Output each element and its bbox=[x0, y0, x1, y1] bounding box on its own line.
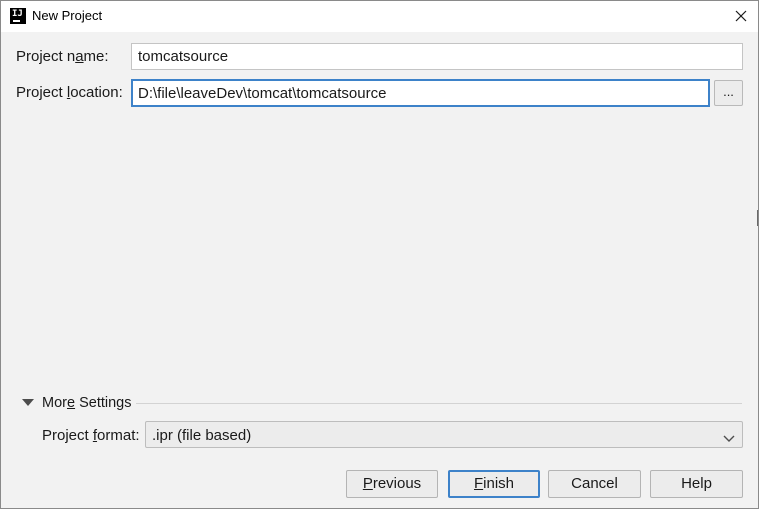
app-icon-text: IJ bbox=[12, 9, 23, 19]
previous-button[interactable]: Previous bbox=[346, 470, 438, 498]
resize-edge-marker bbox=[757, 210, 758, 226]
cancel-button[interactable]: Cancel bbox=[548, 470, 641, 498]
window-title: New Project bbox=[32, 8, 103, 23]
triangle-down-icon[interactable] bbox=[21, 394, 35, 410]
more-settings-toggle[interactable]: More Settings bbox=[42, 395, 131, 411]
browse-location-button[interactable]: ... bbox=[714, 80, 743, 106]
intellij-app-icon: IJ bbox=[10, 8, 26, 24]
chevron-down-icon bbox=[723, 430, 735, 442]
project-name-input[interactable] bbox=[131, 43, 743, 70]
section-divider bbox=[136, 403, 742, 404]
new-project-dialog: IJ New Project Project name: Project loc… bbox=[0, 0, 759, 509]
help-button[interactable]: Help bbox=[650, 470, 743, 498]
project-format-value: .ipr (file based) bbox=[152, 427, 252, 444]
project-format-label: Project format: bbox=[42, 427, 140, 444]
project-location-input[interactable] bbox=[131, 79, 710, 107]
close-icon[interactable] bbox=[730, 5, 752, 27]
project-location-label: Project location: bbox=[16, 84, 123, 101]
finish-button[interactable]: Finish bbox=[448, 470, 540, 498]
project-format-select[interactable]: .ipr (file based) bbox=[145, 421, 743, 448]
project-name-label: Project name: bbox=[16, 48, 109, 65]
title-bar[interactable]: IJ New Project bbox=[1, 1, 758, 32]
